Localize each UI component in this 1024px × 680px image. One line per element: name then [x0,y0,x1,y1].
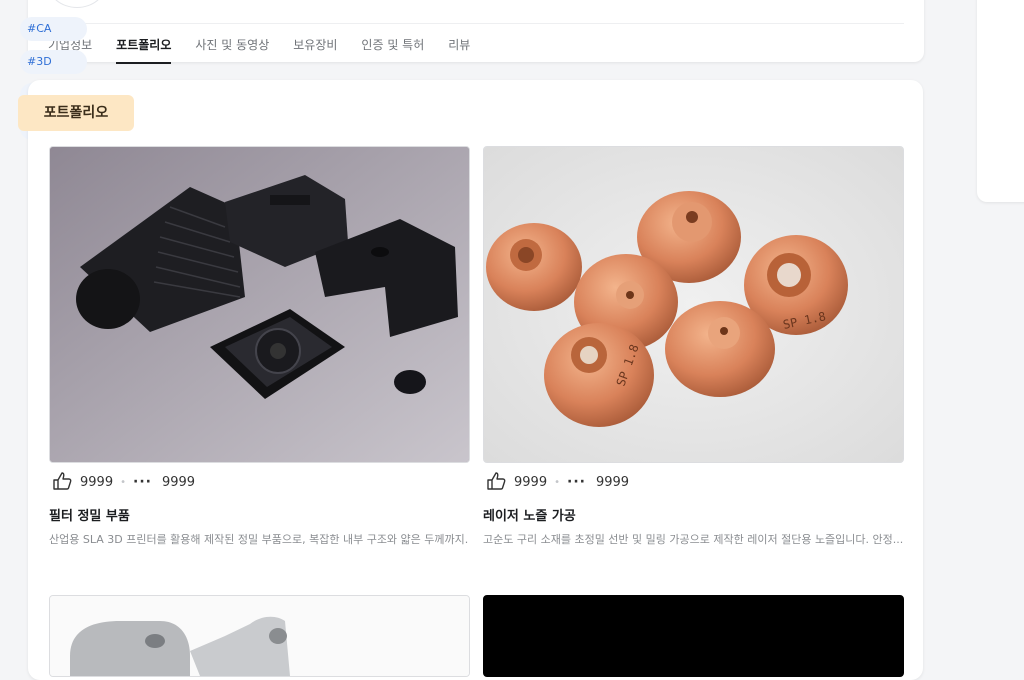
tag-chip[interactable]: #3D [20,50,87,74]
more-button[interactable]: ··· 9999 [567,474,629,490]
thumbs-up-icon [52,472,74,492]
portfolio-stats: 9999 • ··· 9999 [52,472,195,492]
portfolio-image-laser-nozzles[interactable]: SP 1.8 SP 1.8 [483,146,904,463]
stat-separator: • [554,476,560,488]
filter-parts-photo [50,147,469,462]
portfolio-stats: 9999 • ··· 9999 [486,472,629,492]
metal-part-photo [50,596,469,676]
portfolio-description: 산업용 SLA 3D 프린터를 활용해 제작된 정밀 부품으로, 복잡한 내부 … [49,533,469,546]
more-button[interactable]: ··· 9999 [133,474,195,490]
portfolio-image-metal-part[interactable] [49,595,470,677]
tab-certifications[interactable]: 인증 및 특허 [361,36,424,64]
stat-separator: • [120,476,126,488]
like-count: 9999 [514,474,548,490]
portfolio-description: 고순도 구리 소재를 초정밀 선반 및 밀링 가공으로 제작한 레이저 절단용 … [483,533,903,546]
more-dots-icon: ··· [133,474,152,490]
tab-photos-videos[interactable]: 사진 및 동영상 [195,36,269,64]
view-count: 9999 [161,474,196,490]
tab-reviews[interactable]: 리뷰 [448,36,470,64]
portfolio-title[interactable]: 필터 정밀 부품 [49,505,130,524]
like-button[interactable]: 9999 [486,472,547,492]
view-count: 9999 [595,474,630,490]
tag-side-card [977,0,1024,202]
like-count: 9999 [80,474,114,490]
tab-divider [48,23,904,24]
portfolio-title[interactable]: 레이저 노즐 가공 [483,505,576,524]
laser-nozzles-photo: SP 1.8 SP 1.8 [484,147,903,462]
thumbs-up-icon [486,472,508,492]
tab-equipment[interactable]: 보유장비 [293,36,337,64]
portfolio-image-video[interactable] [483,595,904,677]
tag-chip[interactable]: #CA [20,17,87,41]
portfolio-image-filter-parts[interactable] [49,146,470,463]
tab-portfolio[interactable]: 포트폴리오 [116,36,172,64]
more-dots-icon: ··· [567,474,586,490]
profile-tabs: 기업정보 포트폴리오 사진 및 동영상 보유장비 인증 및 특허 리뷰 [48,36,494,64]
like-button[interactable]: 9999 [52,472,113,492]
section-title: 포트폴리오 [18,95,134,131]
